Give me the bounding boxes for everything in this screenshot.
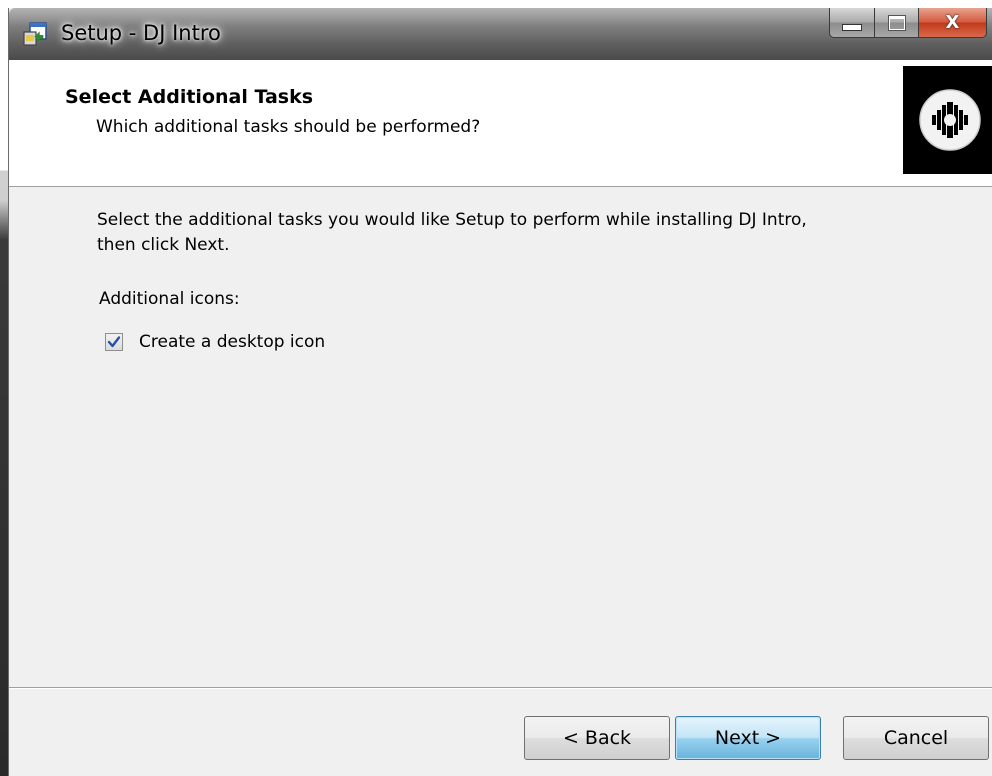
maximize-icon: [887, 14, 906, 31]
setup-installer-icon: [21, 20, 49, 48]
instruction-line-1: Select the additional tasks you would li…: [97, 210, 807, 230]
instruction-text: Select the additional tasks you would li…: [97, 208, 957, 258]
maximize-button[interactable]: [875, 8, 919, 38]
cancel-button[interactable]: Cancel: [843, 716, 989, 760]
desktop-icon-checkbox[interactable]: [105, 333, 123, 351]
task-label[interactable]: Create a desktop icon: [139, 332, 325, 352]
window-title: Setup - DJ Intro: [61, 21, 221, 45]
page-title: Select Additional Tasks: [65, 86, 314, 108]
dj-record-logo: [903, 66, 992, 174]
additional-icons-label: Additional icons:: [99, 289, 240, 309]
wizard-header: Select Additional Tasks Which additional…: [9, 60, 992, 187]
instruction-line-2: then click Next.: [97, 235, 230, 255]
close-button[interactable]: X: [919, 8, 987, 38]
title-bar[interactable]: Setup - DJ Intro X: [9, 8, 992, 60]
next-button[interactable]: Next >: [675, 716, 821, 760]
footer-separator: [9, 687, 992, 689]
page-subtitle: Which additional tasks should be perform…: [96, 117, 481, 137]
minimize-button[interactable]: [829, 8, 875, 38]
close-icon: X: [945, 11, 960, 33]
screen: Setup - DJ Intro X Select Additional Tas…: [0, 0, 992, 776]
back-button[interactable]: < Back: [524, 716, 670, 760]
minimize-icon: [842, 24, 862, 31]
checkmark-icon: [107, 336, 121, 348]
setup-window: Setup - DJ Intro X Select Additional Tas…: [8, 8, 992, 776]
caption-buttons: X: [829, 8, 987, 38]
task-desktop-icon[interactable]: Create a desktop icon: [105, 332, 325, 352]
desktop-background: [0, 0, 8, 776]
